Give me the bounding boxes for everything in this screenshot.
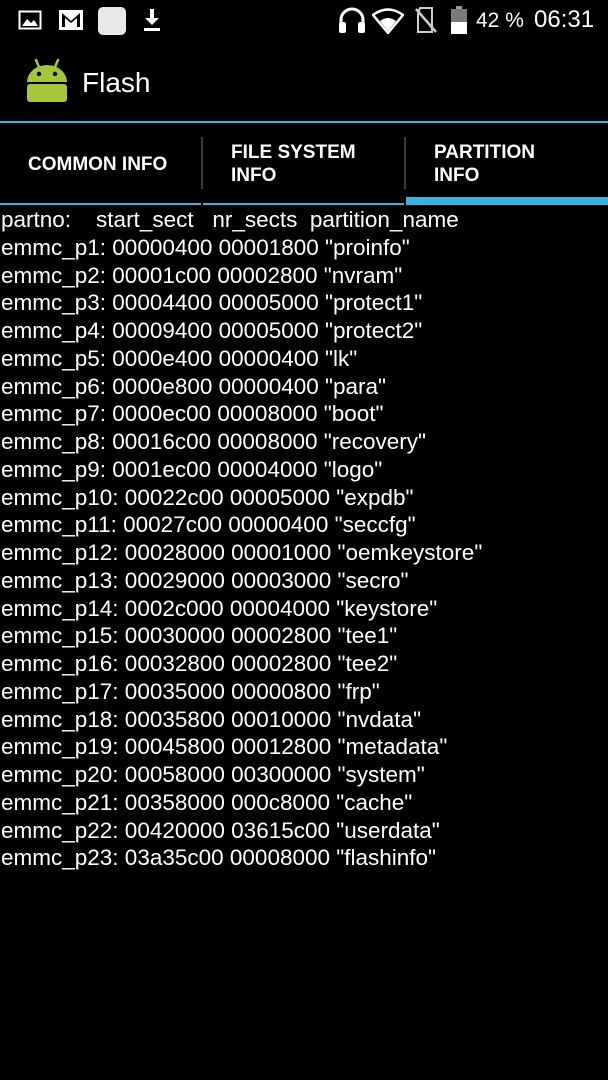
partition-row: emmc_p12: 00028000 00001000 "oemkeystore… — [1, 540, 483, 565]
wifi-icon — [371, 8, 405, 39]
tab-common-info[interactable]: COMMON INFO — [0, 123, 201, 205]
status-bar: 42 % 06:31 — [0, 0, 608, 42]
no-sim-icon — [414, 6, 438, 39]
partition-row: emmc_p23: 03a35c00 00008000 "flashinfo" — [1, 845, 437, 871]
partition-row: emmc_p11: 00027c00 00000400 "seccfg" — [1, 512, 416, 538]
battery-percent: 42 % — [476, 9, 524, 32]
tab-file-system-info-label-line1: FILE SYSTEM — [231, 142, 356, 163]
image-icon — [18, 10, 42, 35]
tab-common-info-label: COMMON INFO — [28, 154, 168, 175]
action-bar: Flash — [0, 42, 608, 121]
partition-row: emmc_p7: 0000ec00 00008000 "boot" — [1, 401, 384, 427]
partition-row: emmc_p6: 0000e800 00000400 "para" — [1, 373, 387, 399]
tab-partition-info[interactable]: PARTITION INFO — [406, 123, 608, 205]
partition-row: emmc_p4: 00009400 00005000 "protect2" — [1, 318, 423, 343]
headset-icon — [337, 7, 367, 40]
partition-row: emmc_p5: 0000e400 00000400 "lk" — [1, 345, 358, 371]
download-icon — [142, 8, 162, 37]
partition-row: emmc_p13: 00029000 00003000 "secro" — [1, 567, 409, 593]
partition-info-content: partno: start_sect nr_sects partition_na… — [0, 206, 608, 872]
partition-row: emmc_p10: 00022c00 00005000 "expdb" — [1, 484, 414, 510]
partition-row: emmc_p3: 00004400 00005000 "protect1" — [1, 290, 423, 316]
battery-icon — [450, 5, 468, 40]
partition-row: emmc_p19: 00045800 00012800 "metadata" — [1, 734, 448, 760]
blank-square-icon — [97, 6, 127, 41]
tab-file-system-info[interactable]: FILE SYSTEM INFO — [203, 123, 404, 205]
partition-row: emmc_p22: 00420000 03615c00 "userdata" — [1, 817, 440, 843]
clock: 06:31 — [534, 6, 595, 33]
partition-row: emmc_p2: 00001c00 00002800 "nvram" — [1, 262, 403, 288]
partition-row: emmc_p1: 00000400 00001800 "proinfo" — [1, 234, 410, 260]
tab-partition-info-label-line1: PARTITION — [434, 142, 535, 163]
partition-row: emmc_p16: 00032800 00002800 "tee2" — [1, 651, 398, 676]
partition-row: emmc_p9: 0001ec00 00004000 "logo" — [1, 456, 383, 482]
tab-bar: COMMON INFO FILE SYSTEM INFO PARTITION I… — [0, 123, 608, 205]
tab-file-system-info-indicator — [203, 203, 404, 205]
tab-common-info-indicator — [0, 203, 201, 205]
partition-row: emmc_p18: 00035800 00010000 "nvdata" — [1, 706, 422, 732]
partition-table-header: partno: start_sect nr_sects partition_na… — [1, 207, 459, 232]
tab-file-system-info-label-line2: INFO — [231, 165, 277, 186]
tab-partition-info-indicator-selected — [406, 197, 608, 205]
partition-row: emmc_p8: 00016c00 00008000 "recovery" — [1, 429, 426, 454]
gmail-icon — [58, 9, 84, 36]
partition-row: emmc_p15: 00030000 00002800 "tee1" — [1, 623, 398, 649]
app-title: Flash — [82, 67, 151, 98]
android-icon[interactable] — [24, 58, 70, 107]
partition-row: emmc_p20: 00058000 00300000 "system" — [1, 762, 425, 787]
partition-row: emmc_p17: 00035000 00000800 "frp" — [1, 678, 380, 704]
partition-row: emmc_p14: 0002c000 00004000 "keystore" — [1, 595, 438, 621]
tab-partition-info-label-line2: INFO — [434, 165, 480, 186]
partition-row: emmc_p21: 00358000 000c8000 "cache" — [1, 789, 413, 815]
